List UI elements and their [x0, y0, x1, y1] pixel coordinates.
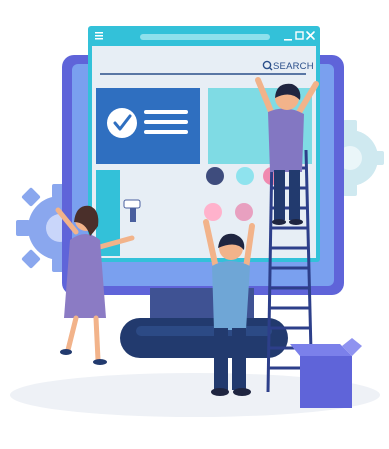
person-leg	[274, 170, 285, 220]
checklist-line	[144, 130, 188, 134]
person-shirt	[212, 261, 250, 330]
checklist-line	[144, 110, 188, 114]
person-shoe	[272, 219, 286, 225]
color-dot	[204, 203, 222, 221]
check-circle-icon	[107, 108, 137, 138]
illustration-scene: SEARCH	[0, 0, 389, 449]
person-leg	[232, 328, 246, 390]
color-dot	[206, 167, 224, 185]
person-shirt	[268, 108, 304, 172]
person-leg	[93, 315, 101, 363]
minimize-icon[interactable]	[284, 39, 292, 41]
person-shoe	[211, 388, 229, 396]
person-leg	[289, 170, 300, 220]
monitor-base	[120, 318, 288, 358]
color-dot	[236, 167, 254, 185]
checklist-line	[144, 120, 188, 124]
title-bar-strip	[140, 34, 270, 40]
person-shoe	[233, 388, 251, 396]
open-box	[290, 338, 362, 408]
monitor-base-highlight	[136, 326, 272, 336]
web-development-illustration: SEARCH	[0, 0, 389, 449]
person-shoe	[93, 359, 107, 365]
color-dot	[235, 203, 253, 221]
menu-icon[interactable]	[95, 32, 103, 40]
person-dress	[64, 234, 106, 318]
search-label: SEARCH	[273, 61, 314, 72]
box-body	[300, 356, 352, 408]
paint-roller-icon	[123, 199, 141, 209]
person-leg	[214, 328, 228, 390]
person-shoe	[289, 219, 303, 225]
person-shoe	[60, 349, 72, 355]
